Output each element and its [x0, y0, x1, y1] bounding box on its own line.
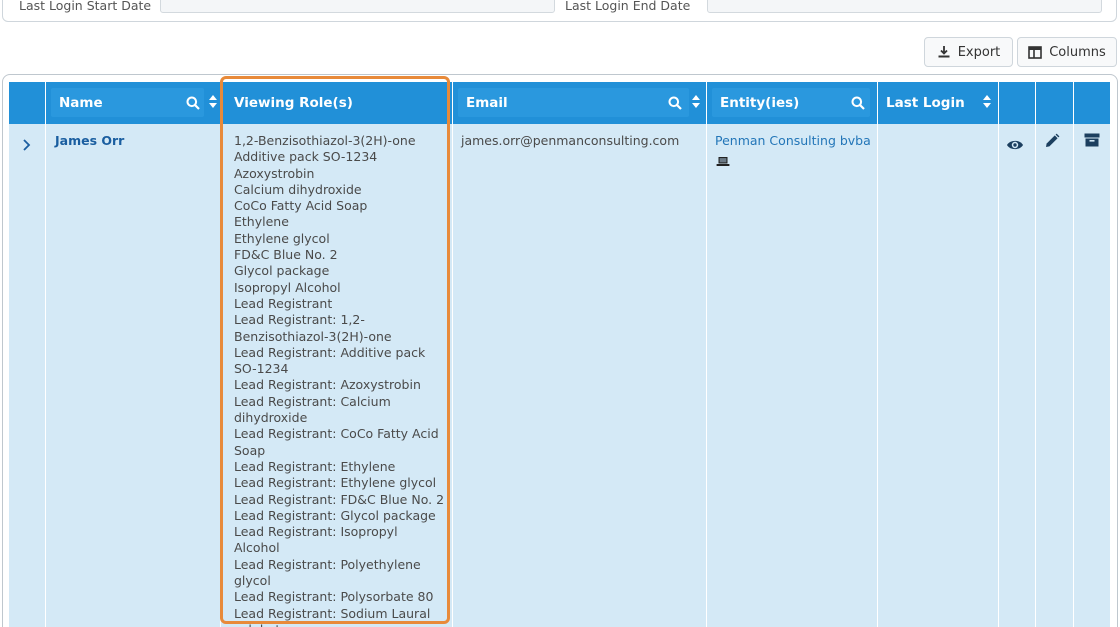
name-sort-icon[interactable]: [208, 94, 218, 113]
viewing-role-item: Lead Registrant: Polyethylene glycol: [234, 556, 421, 589]
viewing-role-item: Glycol package: [234, 263, 330, 279]
viewing-role-item: Lead Registrant: [234, 295, 333, 311]
email-search-icon[interactable]: [668, 95, 682, 114]
viewing-role-item: Lead Registrant: Sodium Laural sulphate: [234, 605, 431, 627]
header-last-login[interactable]: Last Login: [886, 95, 965, 111]
email-sort-icon[interactable]: [691, 94, 701, 113]
user-email: james.orr@penmanconsulting.com: [461, 133, 680, 148]
filter-panel: Last Login Start Date Last Login End Dat…: [2, 0, 1117, 22]
viewing-roles-list: 1,2-Benzisothiazol-3(2H)-one Additive pac…: [234, 133, 446, 627]
viewing-role-item: Lead Registrant: Ethylene glycol: [234, 475, 437, 491]
columns-button[interactable]: Columns: [1017, 37, 1117, 67]
viewing-role-item: 1,2-Benzisothiazol-3(2H)-one: [234, 133, 416, 148]
expand-row-chevron-right-icon[interactable]: [22, 136, 31, 155]
user-management-page: Last Login Start Date Last Login End Dat…: [0, 0, 1120, 627]
name-search-icon[interactable]: [186, 95, 200, 114]
viewing-role-item: Additive pack SO-1234: [234, 149, 378, 165]
edit-pencil-icon[interactable]: [1044, 133, 1060, 153]
viewing-role-item: Lead Registrant: Polysorbate 80: [234, 589, 434, 605]
viewing-role-item: Lead Registrant: FD&C Blue No. 2: [234, 491, 445, 507]
viewing-role-item: Lead Registrant: Glycol package: [234, 507, 436, 523]
viewing-role-item: Ethylene glycol: [234, 230, 330, 246]
archive-icon[interactable]: [1084, 132, 1100, 151]
download-icon: [937, 45, 951, 59]
header-name[interactable]: Name: [59, 95, 103, 111]
entity-link[interactable]: Penman Consulting bvba: [715, 133, 871, 149]
viewing-role-item: Lead Registrant: CoCo Fatty Acid Soap: [234, 426, 439, 458]
last-login-sort-icon[interactable]: [982, 94, 992, 113]
laptop-icon: [716, 152, 730, 171]
header-entities[interactable]: Entity(ies): [720, 95, 799, 111]
last-login-start-input[interactable]: [160, 0, 555, 13]
viewing-role-item: Isopropyl Alcohol: [234, 279, 341, 295]
viewing-role-item: FD&C Blue No. 2: [234, 247, 338, 263]
viewing-role-item: Lead Registrant: 1,2-Benzisothiazol-3(2H…: [234, 312, 392, 344]
viewing-role-item: Ethylene: [234, 214, 289, 230]
last-login-end-input[interactable]: [707, 0, 1102, 13]
columns-icon: [1028, 45, 1043, 59]
view-eye-icon[interactable]: [1006, 136, 1024, 155]
viewing-role-item: Lead Registrant: Isopropyl Alcohol: [234, 524, 398, 556]
export-button[interactable]: Export: [924, 37, 1013, 67]
viewing-role-item: CoCo Fatty Acid Soap: [234, 198, 368, 214]
last-login-end-label: Last Login End Date: [565, 0, 691, 13]
viewing-role-item: Lead Registrant: Calcium dihydroxide: [234, 393, 391, 426]
viewing-role-item: Lead Registrant: Additive pack SO-1234: [234, 344, 426, 377]
last-login-start-label: Last Login Start Date: [19, 0, 152, 13]
viewing-role-item: Calcium dihydroxide: [234, 181, 362, 197]
export-label: Export: [957, 44, 1001, 60]
viewing-role-item: Azoxystrobin: [234, 165, 315, 181]
entities-search-icon[interactable]: [851, 95, 865, 114]
viewing-role-item: Lead Registrant: Azoxystrobin: [234, 377, 421, 393]
viewing-role-item: Lead Registrant: Ethylene: [234, 458, 396, 474]
table-body: [9, 124, 1110, 627]
columns-label: Columns: [1049, 44, 1106, 60]
user-name-link[interactable]: James Orr: [55, 133, 124, 149]
header-viewing-roles[interactable]: Viewing Role(s): [234, 95, 353, 111]
header-email[interactable]: Email: [466, 95, 508, 111]
